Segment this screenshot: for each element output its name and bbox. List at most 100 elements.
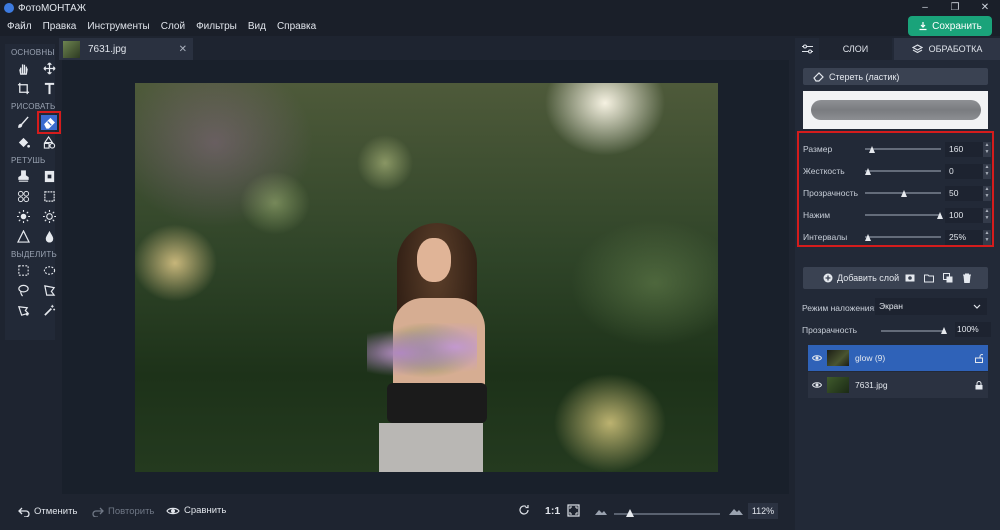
- param-spacing-slider[interactable]: [865, 236, 941, 238]
- blur-tool[interactable]: [39, 227, 59, 246]
- layer-actions-bar: Добавить слой: [803, 267, 988, 289]
- polygon-lasso-tool[interactable]: [39, 281, 59, 300]
- heal-tool[interactable]: [13, 187, 33, 206]
- zoom-in-button[interactable]: [729, 506, 743, 515]
- mountain-small-icon: [595, 510, 607, 515]
- close-tab-icon[interactable]: ✕: [179, 44, 187, 55]
- fill-icon: [18, 137, 30, 148]
- magic-wand-tool[interactable]: [39, 301, 59, 320]
- param-spacing-handle[interactable]: [865, 233, 871, 241]
- layer-row[interactable]: 7631.jpg: [808, 372, 988, 398]
- param-size-spinner[interactable]: ▲ ▼: [983, 141, 991, 157]
- unlock-icon[interactable]: [975, 353, 983, 363]
- frame-icon: [43, 191, 55, 202]
- tab-processing[interactable]: ОБРАБОТКА: [894, 38, 1000, 60]
- settings-tab[interactable]: [795, 38, 819, 60]
- param-opacity-spinner[interactable]: ▲ ▼: [983, 185, 991, 201]
- minimize-button[interactable]: –: [910, 0, 940, 16]
- darken-tool[interactable]: [39, 207, 59, 226]
- crop-icon: [17, 82, 29, 95]
- shapes-icon: [43, 136, 55, 149]
- undo-label: Отменить: [34, 506, 78, 517]
- menu-file[interactable]: Файл: [7, 21, 32, 32]
- param-size-handle[interactable]: [868, 145, 875, 153]
- stamp-tool[interactable]: [13, 167, 33, 186]
- param-opacity-value[interactable]: 50: [945, 185, 983, 201]
- save-button[interactable]: Сохранить: [908, 16, 992, 36]
- menu-filters[interactable]: Фильтры: [196, 21, 237, 32]
- canvas-area[interactable]: [62, 60, 789, 494]
- param-pressure: Нажим 100 ▲ ▼: [803, 206, 993, 224]
- move-tool[interactable]: [39, 59, 59, 78]
- param-pressure-spinner[interactable]: ▲ ▼: [983, 207, 991, 223]
- compare-button[interactable]: Сравнить: [166, 505, 226, 516]
- title-bar: ФотоМОНТАЖ – ❐ ✕: [0, 0, 1000, 16]
- fit-screen-icon: [567, 504, 580, 517]
- param-hardness-slider[interactable]: [865, 170, 941, 172]
- magnetic-lasso-tool[interactable]: [13, 301, 33, 320]
- menu-view[interactable]: Вид: [248, 21, 266, 32]
- param-opacity-handle[interactable]: [901, 189, 907, 197]
- add-photo-icon[interactable]: [905, 273, 915, 283]
- lasso-tool[interactable]: [13, 281, 33, 300]
- layer-row[interactable]: glow (9): [808, 345, 988, 371]
- layer-opacity-value[interactable]: 100%: [955, 322, 991, 337]
- lock-icon[interactable]: [975, 380, 983, 390]
- crop-tool[interactable]: [13, 79, 33, 98]
- tab-layers[interactable]: СЛОИ: [819, 38, 892, 60]
- add-layer-label: Добавить слой: [837, 273, 900, 283]
- fit-screen-button[interactable]: [567, 504, 580, 517]
- zoom-value[interactable]: 112%: [748, 503, 778, 519]
- zoom-slider-handle[interactable]: [626, 509, 634, 517]
- menu-help[interactable]: Справка: [277, 21, 316, 32]
- text-tool[interactable]: [39, 79, 59, 98]
- layer-opacity-slider[interactable]: [881, 330, 945, 332]
- layer-opacity-handle[interactable]: [941, 327, 947, 334]
- close-button[interactable]: ✕: [970, 0, 1000, 16]
- blend-mode-select[interactable]: Экран: [875, 298, 987, 315]
- trash-icon[interactable]: [962, 273, 972, 283]
- erase-button[interactable]: Стереть (ластик): [803, 68, 988, 85]
- param-hardness-handle[interactable]: [865, 167, 871, 175]
- param-pressure-handle[interactable]: [937, 211, 943, 219]
- eraser-tool[interactable]: [37, 111, 61, 134]
- photo-canvas[interactable]: [135, 83, 718, 472]
- visibility-eye-icon[interactable]: [812, 380, 822, 390]
- param-spacing-value[interactable]: 25%: [945, 229, 983, 245]
- sharpen-tool[interactable]: [13, 227, 33, 246]
- blur-icon: [45, 230, 53, 243]
- actual-size-button[interactable]: 1:1: [545, 505, 560, 517]
- undo-button[interactable]: Отменить: [18, 506, 77, 517]
- menu-layer[interactable]: Слой: [161, 21, 185, 32]
- photo-lilac-bouquet: [367, 323, 477, 383]
- param-spacing-spinner[interactable]: ▲ ▼: [983, 229, 991, 245]
- menu-tools[interactable]: Инструменты: [87, 21, 149, 32]
- ellipse-select-tool[interactable]: [39, 261, 59, 280]
- brush-tool[interactable]: [13, 113, 33, 132]
- rect-select-tool[interactable]: [13, 261, 33, 280]
- folder-icon[interactable]: [924, 273, 934, 283]
- param-hardness-value[interactable]: 0: [945, 163, 983, 179]
- param-size-value[interactable]: 160: [945, 141, 983, 157]
- visibility-eye-icon[interactable]: [812, 353, 822, 363]
- brighten-tool[interactable]: [13, 207, 33, 226]
- shapes-tool[interactable]: [39, 133, 59, 152]
- duplicate-icon[interactable]: [943, 273, 953, 283]
- maximize-button[interactable]: ❐: [940, 0, 970, 16]
- param-hardness-spinner[interactable]: ▲ ▼: [983, 163, 991, 179]
- document-tab[interactable]: 7631.jpg ✕: [59, 38, 193, 60]
- eraser-small-icon: [813, 71, 824, 82]
- rotate-button[interactable]: [518, 504, 530, 516]
- param-pressure-slider[interactable]: [865, 214, 941, 216]
- layer-opacity-label: Прозрачность: [802, 325, 858, 335]
- redo-button[interactable]: Повторить: [92, 506, 154, 517]
- frame-tool[interactable]: [39, 187, 59, 206]
- add-layer-button[interactable]: Добавить слой: [823, 273, 899, 283]
- param-size-slider[interactable]: [865, 148, 941, 150]
- fill-tool[interactable]: [13, 133, 33, 152]
- hand-tool[interactable]: [13, 59, 33, 78]
- menu-edit[interactable]: Правка: [43, 21, 77, 32]
- param-pressure-value[interactable]: 100: [945, 207, 983, 223]
- zoom-out-button[interactable]: [595, 507, 607, 515]
- patch-tool[interactable]: [39, 167, 59, 186]
